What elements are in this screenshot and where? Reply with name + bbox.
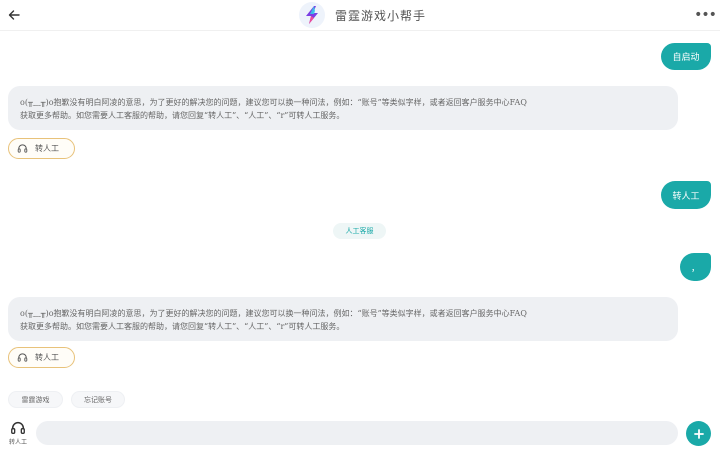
bottom-transfer-button[interactable]: 转人工 (6, 420, 30, 448)
quick-reply-chip-label: 雷霆游戏 (21, 395, 50, 404)
headset-icon (11, 422, 25, 434)
plus-icon[interactable] (686, 421, 711, 446)
bot-message-line: 获取更多帮助。如您需要人工客服的帮助，请您回复“转人工”、“人工”、“r”可转人… (20, 322, 345, 331)
bottom-transfer-label: 转人工 (8, 439, 27, 446)
lightning-logo-icon (299, 2, 325, 28)
quick-reply-chip[interactable]: 雷霆游戏 (8, 391, 63, 408)
user-message-text: ， (690, 263, 700, 274)
bot-message-line: 获取更多帮助。如您需要人工客服的帮助，请您回复“转人工”、“人工”、“r”可转人… (20, 111, 345, 120)
user-message: 转人工 (661, 181, 711, 209)
headset-icon (17, 144, 28, 153)
bot-message: o(╥﹏╥)o抱歉没有明白阿凌的意思，为了更好的解决您的问题，建议您可以换一种问… (8, 86, 678, 130)
transfer-to-agent-button[interactable]: 转人工 (8, 138, 75, 159)
user-message: ， (680, 253, 711, 281)
transfer-button-label: 转人工 (35, 144, 59, 153)
transfer-to-agent-button[interactable]: 转人工 (8, 347, 75, 368)
system-status-text: 人工客服 (345, 227, 374, 235)
back-arrow-icon[interactable] (5, 5, 23, 25)
user-message: 自启动 (661, 43, 711, 70)
header-title-group: 雷霆游戏小帮手 (299, 1, 426, 29)
headset-icon (17, 353, 28, 362)
user-message-text: 自启动 (672, 53, 700, 63)
user-message-text: 转人工 (672, 191, 700, 202)
bot-message-line: o(╥﹏╥)o抱歉没有明白阿凌的意思，为了更好的解决您的问题，建议您可以换一种问… (20, 98, 527, 107)
system-status-tag: 人工客服 (333, 223, 386, 239)
message-input[interactable] (36, 421, 678, 445)
more-dots-icon[interactable]: ••• (694, 6, 717, 24)
page-title: 雷霆游戏小帮手 (335, 8, 427, 23)
transfer-button-label: 转人工 (35, 353, 59, 362)
bot-message-line: o(╥﹏╥)o抱歉没有明白阿凌的意思，为了更好的解决您的问题，建议您可以换一种问… (20, 309, 527, 318)
quick-reply-chip[interactable]: 忘记账号 (71, 391, 125, 408)
bot-message: o(╥﹏╥)o抱歉没有明白阿凌的意思，为了更好的解决您的问题，建议您可以换一种问… (8, 297, 678, 341)
quick-reply-chip-label: 忘记账号 (84, 395, 112, 404)
header-bar: 雷霆游戏小帮手 ••• (0, 0, 720, 31)
